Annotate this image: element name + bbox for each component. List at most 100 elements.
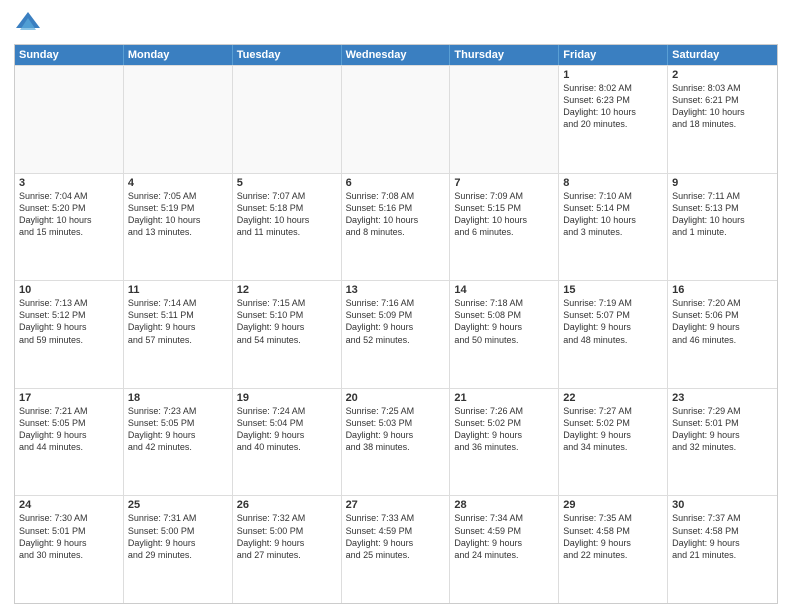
day-cell-20: 20Sunrise: 7:25 AM Sunset: 5:03 PM Dayli… [342,389,451,496]
day-cell-12: 12Sunrise: 7:15 AM Sunset: 5:10 PM Dayli… [233,281,342,388]
day-info: Sunrise: 7:18 AM Sunset: 5:08 PM Dayligh… [454,297,554,346]
calendar-row-1: 1Sunrise: 8:02 AM Sunset: 6:23 PM Daylig… [15,65,777,173]
calendar-row-2: 3Sunrise: 7:04 AM Sunset: 5:20 PM Daylig… [15,173,777,281]
day-cell-24: 24Sunrise: 7:30 AM Sunset: 5:01 PM Dayli… [15,496,124,603]
day-cell-13: 13Sunrise: 7:16 AM Sunset: 5:09 PM Dayli… [342,281,451,388]
day-number: 30 [672,499,773,511]
calendar-row-4: 17Sunrise: 7:21 AM Sunset: 5:05 PM Dayli… [15,388,777,496]
day-info: Sunrise: 7:13 AM Sunset: 5:12 PM Dayligh… [19,297,119,346]
empty-cell [124,66,233,173]
header-day-saturday: Saturday [668,45,777,65]
day-cell-23: 23Sunrise: 7:29 AM Sunset: 5:01 PM Dayli… [668,389,777,496]
day-number: 18 [128,392,228,404]
day-cell-2: 2Sunrise: 8:03 AM Sunset: 6:21 PM Daylig… [668,66,777,173]
day-info: Sunrise: 7:29 AM Sunset: 5:01 PM Dayligh… [672,405,773,454]
day-cell-28: 28Sunrise: 7:34 AM Sunset: 4:59 PM Dayli… [450,496,559,603]
day-info: Sunrise: 7:09 AM Sunset: 5:15 PM Dayligh… [454,190,554,239]
day-info: Sunrise: 7:14 AM Sunset: 5:11 PM Dayligh… [128,297,228,346]
day-info: Sunrise: 7:04 AM Sunset: 5:20 PM Dayligh… [19,190,119,239]
empty-cell [15,66,124,173]
day-number: 27 [346,499,446,511]
day-number: 14 [454,284,554,296]
day-cell-18: 18Sunrise: 7:23 AM Sunset: 5:05 PM Dayli… [124,389,233,496]
day-number: 2 [672,69,773,81]
day-cell-30: 30Sunrise: 7:37 AM Sunset: 4:58 PM Dayli… [668,496,777,603]
calendar-body: 1Sunrise: 8:02 AM Sunset: 6:23 PM Daylig… [15,65,777,603]
day-cell-7: 7Sunrise: 7:09 AM Sunset: 5:15 PM Daylig… [450,174,559,281]
day-number: 5 [237,177,337,189]
day-cell-11: 11Sunrise: 7:14 AM Sunset: 5:11 PM Dayli… [124,281,233,388]
day-info: Sunrise: 7:34 AM Sunset: 4:59 PM Dayligh… [454,512,554,561]
day-cell-4: 4Sunrise: 7:05 AM Sunset: 5:19 PM Daylig… [124,174,233,281]
day-number: 8 [563,177,663,189]
day-number: 24 [19,499,119,511]
day-info: Sunrise: 7:15 AM Sunset: 5:10 PM Dayligh… [237,297,337,346]
day-info: Sunrise: 7:19 AM Sunset: 5:07 PM Dayligh… [563,297,663,346]
day-info: Sunrise: 7:30 AM Sunset: 5:01 PM Dayligh… [19,512,119,561]
day-number: 3 [19,177,119,189]
day-info: Sunrise: 7:37 AM Sunset: 4:58 PM Dayligh… [672,512,773,561]
day-info: Sunrise: 8:03 AM Sunset: 6:21 PM Dayligh… [672,82,773,131]
day-number: 11 [128,284,228,296]
logo [14,10,46,38]
empty-cell [342,66,451,173]
day-info: Sunrise: 7:24 AM Sunset: 5:04 PM Dayligh… [237,405,337,454]
day-info: Sunrise: 7:33 AM Sunset: 4:59 PM Dayligh… [346,512,446,561]
day-number: 25 [128,499,228,511]
calendar-row-5: 24Sunrise: 7:30 AM Sunset: 5:01 PM Dayli… [15,495,777,603]
day-cell-9: 9Sunrise: 7:11 AM Sunset: 5:13 PM Daylig… [668,174,777,281]
day-number: 29 [563,499,663,511]
empty-cell [233,66,342,173]
header-day-tuesday: Tuesday [233,45,342,65]
day-info: Sunrise: 7:10 AM Sunset: 5:14 PM Dayligh… [563,190,663,239]
header-day-monday: Monday [124,45,233,65]
day-number: 12 [237,284,337,296]
day-info: Sunrise: 7:21 AM Sunset: 5:05 PM Dayligh… [19,405,119,454]
day-cell-8: 8Sunrise: 7:10 AM Sunset: 5:14 PM Daylig… [559,174,668,281]
day-info: Sunrise: 7:07 AM Sunset: 5:18 PM Dayligh… [237,190,337,239]
header-day-sunday: Sunday [15,45,124,65]
day-info: Sunrise: 7:11 AM Sunset: 5:13 PM Dayligh… [672,190,773,239]
page: SundayMondayTuesdayWednesdayThursdayFrid… [0,0,792,612]
day-cell-6: 6Sunrise: 7:08 AM Sunset: 5:16 PM Daylig… [342,174,451,281]
header-day-wednesday: Wednesday [342,45,451,65]
day-cell-25: 25Sunrise: 7:31 AM Sunset: 5:00 PM Dayli… [124,496,233,603]
day-number: 4 [128,177,228,189]
day-info: Sunrise: 7:35 AM Sunset: 4:58 PM Dayligh… [563,512,663,561]
calendar: SundayMondayTuesdayWednesdayThursdayFrid… [14,44,778,604]
day-cell-17: 17Sunrise: 7:21 AM Sunset: 5:05 PM Dayli… [15,389,124,496]
day-info: Sunrise: 7:25 AM Sunset: 5:03 PM Dayligh… [346,405,446,454]
day-number: 17 [19,392,119,404]
day-cell-22: 22Sunrise: 7:27 AM Sunset: 5:02 PM Dayli… [559,389,668,496]
day-cell-26: 26Sunrise: 7:32 AM Sunset: 5:00 PM Dayli… [233,496,342,603]
logo-icon [14,10,42,38]
day-info: Sunrise: 7:32 AM Sunset: 5:00 PM Dayligh… [237,512,337,561]
day-info: Sunrise: 7:23 AM Sunset: 5:05 PM Dayligh… [128,405,228,454]
day-cell-29: 29Sunrise: 7:35 AM Sunset: 4:58 PM Dayli… [559,496,668,603]
day-number: 28 [454,499,554,511]
day-info: Sunrise: 7:31 AM Sunset: 5:00 PM Dayligh… [128,512,228,561]
day-cell-3: 3Sunrise: 7:04 AM Sunset: 5:20 PM Daylig… [15,174,124,281]
day-number: 26 [237,499,337,511]
day-cell-27: 27Sunrise: 7:33 AM Sunset: 4:59 PM Dayli… [342,496,451,603]
day-number: 6 [346,177,446,189]
day-number: 9 [672,177,773,189]
day-number: 15 [563,284,663,296]
day-info: Sunrise: 7:26 AM Sunset: 5:02 PM Dayligh… [454,405,554,454]
header-day-thursday: Thursday [450,45,559,65]
day-cell-15: 15Sunrise: 7:19 AM Sunset: 5:07 PM Dayli… [559,281,668,388]
day-number: 16 [672,284,773,296]
header [14,10,778,38]
empty-cell [450,66,559,173]
header-day-friday: Friday [559,45,668,65]
day-number: 22 [563,392,663,404]
calendar-row-3: 10Sunrise: 7:13 AM Sunset: 5:12 PM Dayli… [15,280,777,388]
day-number: 1 [563,69,663,81]
day-number: 21 [454,392,554,404]
day-info: Sunrise: 7:27 AM Sunset: 5:02 PM Dayligh… [563,405,663,454]
day-number: 10 [19,284,119,296]
day-cell-21: 21Sunrise: 7:26 AM Sunset: 5:02 PM Dayli… [450,389,559,496]
day-cell-5: 5Sunrise: 7:07 AM Sunset: 5:18 PM Daylig… [233,174,342,281]
day-number: 23 [672,392,773,404]
day-info: Sunrise: 7:08 AM Sunset: 5:16 PM Dayligh… [346,190,446,239]
